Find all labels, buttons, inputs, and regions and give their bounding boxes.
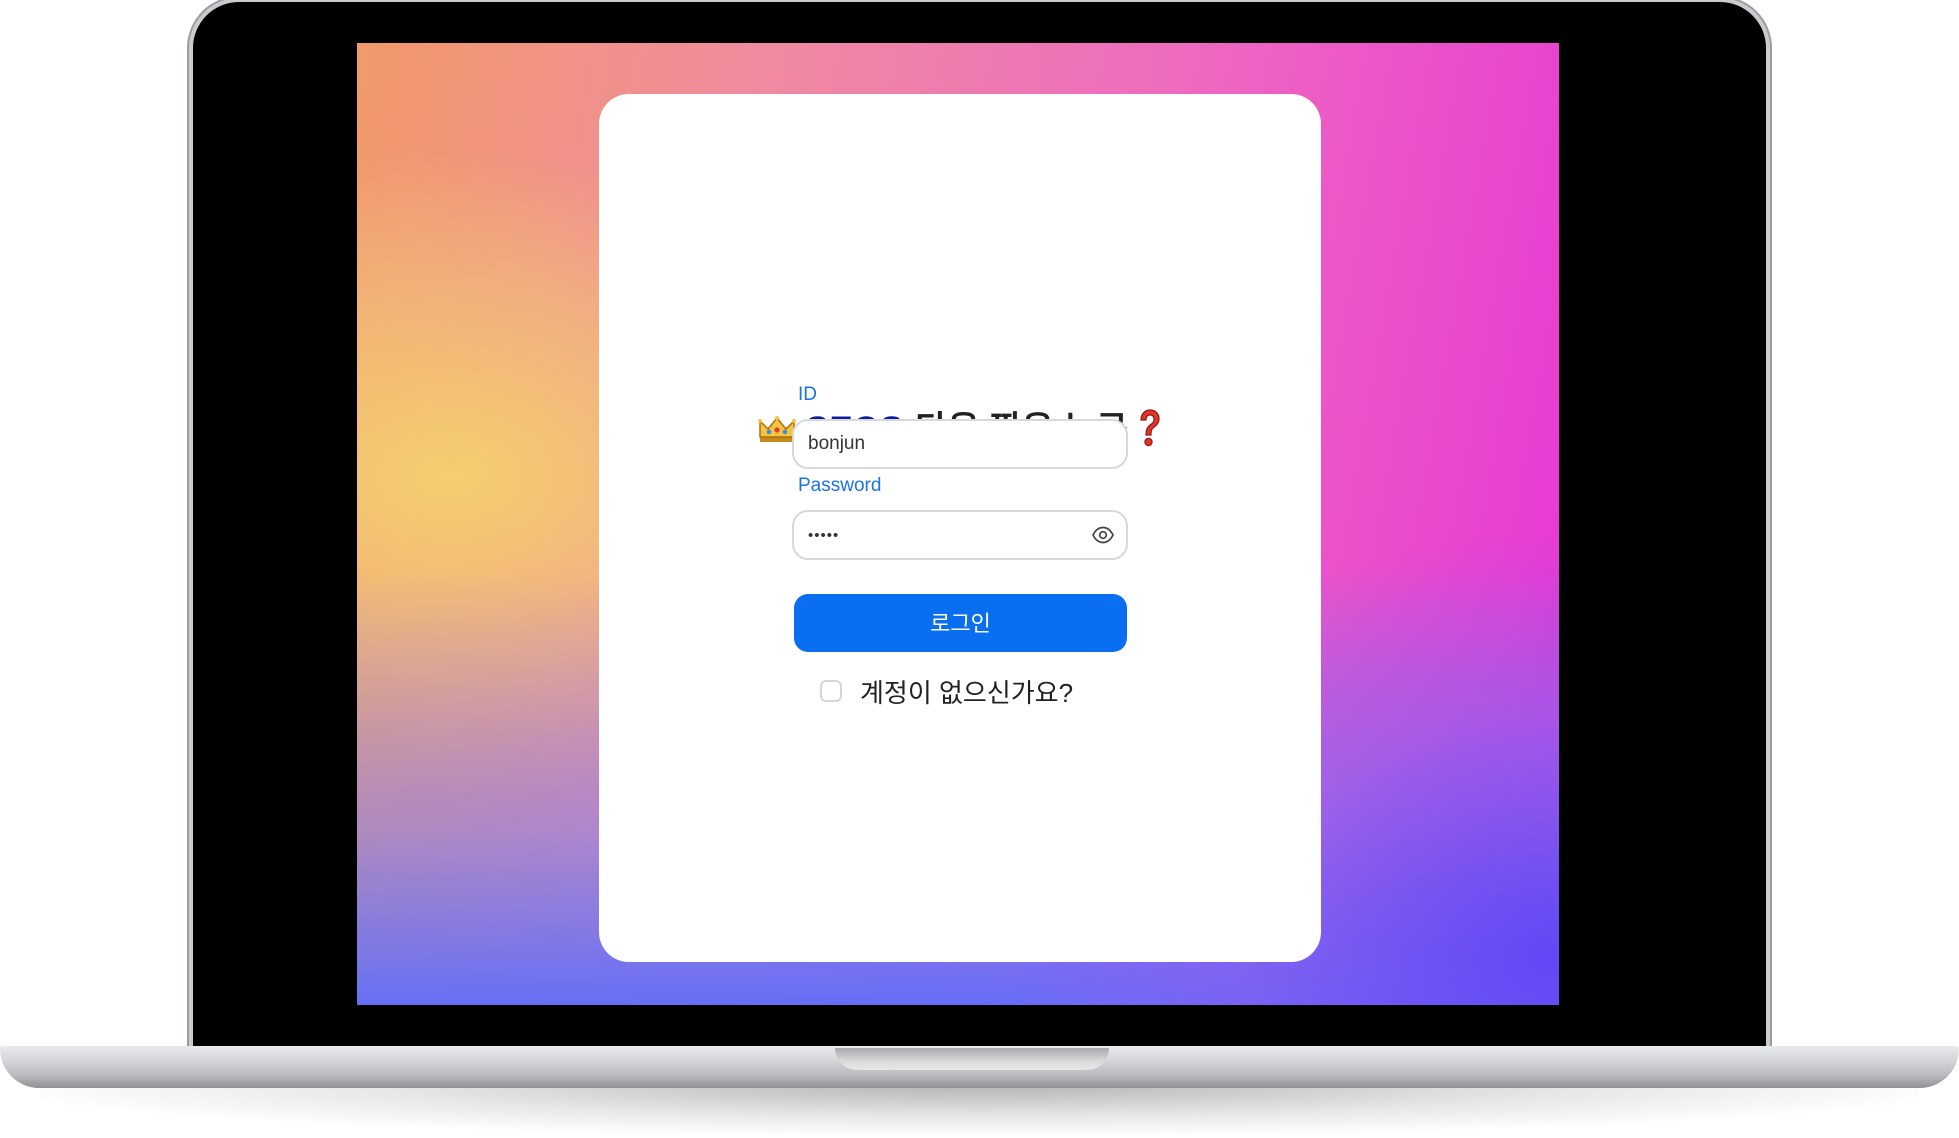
question-mark-icon — [1140, 409, 1160, 447]
laptop-mockup: CEOS다음 짱은 누구 ID Password 로그인 계 — [0, 0, 1959, 1138]
password-input[interactable] — [808, 512, 1098, 558]
login-button[interactable]: 로그인 — [794, 594, 1127, 652]
password-field-box[interactable] — [792, 510, 1128, 560]
signup-row: 계정이 없으신가요? — [820, 674, 1073, 708]
eye-icon[interactable] — [1092, 526, 1114, 544]
signup-checkbox[interactable] — [820, 680, 842, 702]
id-label: ID — [798, 384, 817, 405]
laptop-notch — [835, 1048, 1109, 1070]
laptop-shadow — [40, 1086, 1919, 1134]
id-input[interactable] — [808, 421, 1098, 467]
password-label: Password — [798, 475, 882, 496]
screen: CEOS다음 짱은 누구 ID Password 로그인 계 — [357, 43, 1559, 1005]
id-field-box[interactable] — [792, 419, 1128, 469]
signup-text[interactable]: 계정이 없으신가요? — [860, 673, 1073, 710]
login-card: CEOS다음 짱은 누구 ID Password 로그인 계 — [599, 94, 1321, 962]
crown-icon — [758, 416, 797, 442]
